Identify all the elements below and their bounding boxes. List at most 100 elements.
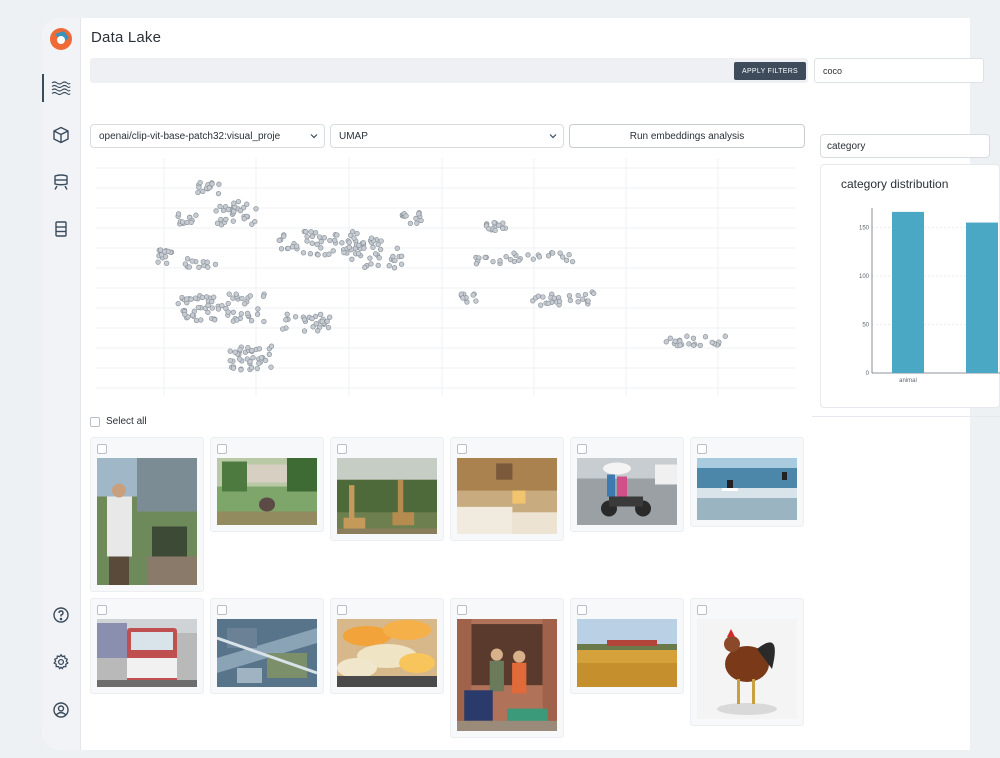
embedding-point[interactable] [702,334,709,340]
embedding-point[interactable] [507,256,514,263]
embedding-point[interactable] [254,365,260,372]
embedding-point[interactable] [496,222,502,228]
embedding-point[interactable] [250,355,256,361]
embedding-point[interactable] [545,253,552,259]
embedding-point[interactable] [209,298,215,305]
embedding-point[interactable] [556,298,563,305]
embedding-point[interactable] [285,245,291,252]
embedding-point[interactable] [248,365,255,371]
embedding-point[interactable] [253,206,259,212]
embedding-point[interactable] [566,293,573,299]
embedding-point[interactable] [684,333,690,339]
embedding-point[interactable] [268,364,274,370]
embedding-point[interactable] [332,237,338,244]
embedding-point[interactable] [377,246,384,253]
embedding-point[interactable] [184,256,191,262]
image-card[interactable] [450,437,564,541]
embedding-point[interactable] [175,300,181,307]
embedding-point[interactable] [470,292,476,298]
sidebar-item-pipelines[interactable] [51,172,71,192]
embedding-point[interactable] [231,208,237,215]
embedding-point[interactable] [212,261,219,268]
embedding-point[interactable] [276,237,282,243]
embedding-point[interactable] [486,226,492,232]
embedding-point[interactable] [413,215,419,222]
embedding-point[interactable] [709,339,715,346]
embedding-point[interactable] [248,318,255,324]
embedding-point[interactable] [690,342,697,348]
embedding-point[interactable] [281,233,287,239]
embedding-point[interactable] [575,292,581,299]
sidebar-item-account[interactable] [51,700,71,720]
image-card[interactable] [330,598,444,694]
embedding-point[interactable] [309,315,315,322]
embedding-point[interactable] [280,326,286,332]
embedding-point[interactable] [399,253,405,259]
embedding-point[interactable] [314,241,320,247]
embedding-point[interactable] [225,206,231,213]
embedding-point[interactable] [196,264,202,270]
embedding-point[interactable] [189,312,196,318]
image-checkbox[interactable] [457,605,467,615]
embedding-point[interactable] [260,293,267,299]
embedding-point[interactable] [497,258,503,264]
embedding-point[interactable] [376,255,382,261]
image-card[interactable] [90,598,204,694]
embedding-point[interactable] [205,309,211,316]
embedding-point[interactable] [525,252,531,258]
embedding-point[interactable] [212,317,218,323]
embedding-point[interactable] [217,203,223,210]
embedding-point[interactable] [362,264,368,270]
embedding-point[interactable] [292,314,299,320]
embedding-point[interactable] [155,259,161,265]
embedding-point[interactable] [204,259,210,265]
embedding-point[interactable] [313,321,319,327]
embedding-point[interactable] [301,316,308,322]
embedding-point[interactable] [321,235,327,241]
embedding-point[interactable] [403,213,409,219]
image-thumbnail[interactable] [577,619,677,687]
embedding-point[interactable] [225,309,231,315]
embedding-point[interactable] [304,238,310,244]
embedding-point[interactable] [686,341,692,347]
embedding-point[interactable] [339,240,345,246]
image-thumbnail[interactable] [697,458,797,520]
embedding-point[interactable] [242,301,248,307]
embedding-point[interactable] [294,243,300,249]
image-card[interactable] [570,437,684,532]
select-all[interactable]: Select all [90,416,147,427]
embedding-point[interactable] [195,189,201,196]
image-thumbnail[interactable] [457,458,557,534]
embedding-point[interactable] [232,349,238,355]
embedding-point[interactable] [233,291,239,297]
embedding-point[interactable] [557,250,563,256]
embedding-point[interactable] [237,346,243,353]
embedding-point[interactable] [216,181,222,187]
embedding-point[interactable] [460,295,466,301]
embedding-point[interactable] [378,238,384,244]
embedding-point[interactable] [315,328,321,334]
embedding-point[interactable] [536,254,543,260]
embedding-point[interactable] [516,257,522,264]
embedding-point[interactable] [567,297,574,304]
image-card[interactable] [570,598,684,694]
apply-filters-button[interactable]: APPLY FILTERS [734,62,806,80]
image-card[interactable] [210,598,324,694]
distribution-bar[interactable] [892,211,924,373]
embedding-point[interactable] [368,235,375,241]
run-embeddings-button[interactable]: Run embeddings analysis [569,124,805,148]
embedding-point[interactable] [418,217,424,224]
image-card[interactable] [90,437,204,592]
embedding-point[interactable] [319,318,325,325]
embedding-point[interactable] [367,255,373,261]
image-checkbox[interactable] [97,605,107,615]
image-card[interactable] [210,437,324,532]
embedding-point[interactable] [230,365,237,371]
embedding-point[interactable] [219,302,225,309]
embedding-point[interactable] [551,295,557,301]
embedding-point[interactable] [392,257,398,264]
image-thumbnail[interactable] [97,619,197,687]
embedding-point[interactable] [575,299,581,305]
embedding-point[interactable] [375,262,381,269]
embedding-point[interactable] [163,260,170,266]
